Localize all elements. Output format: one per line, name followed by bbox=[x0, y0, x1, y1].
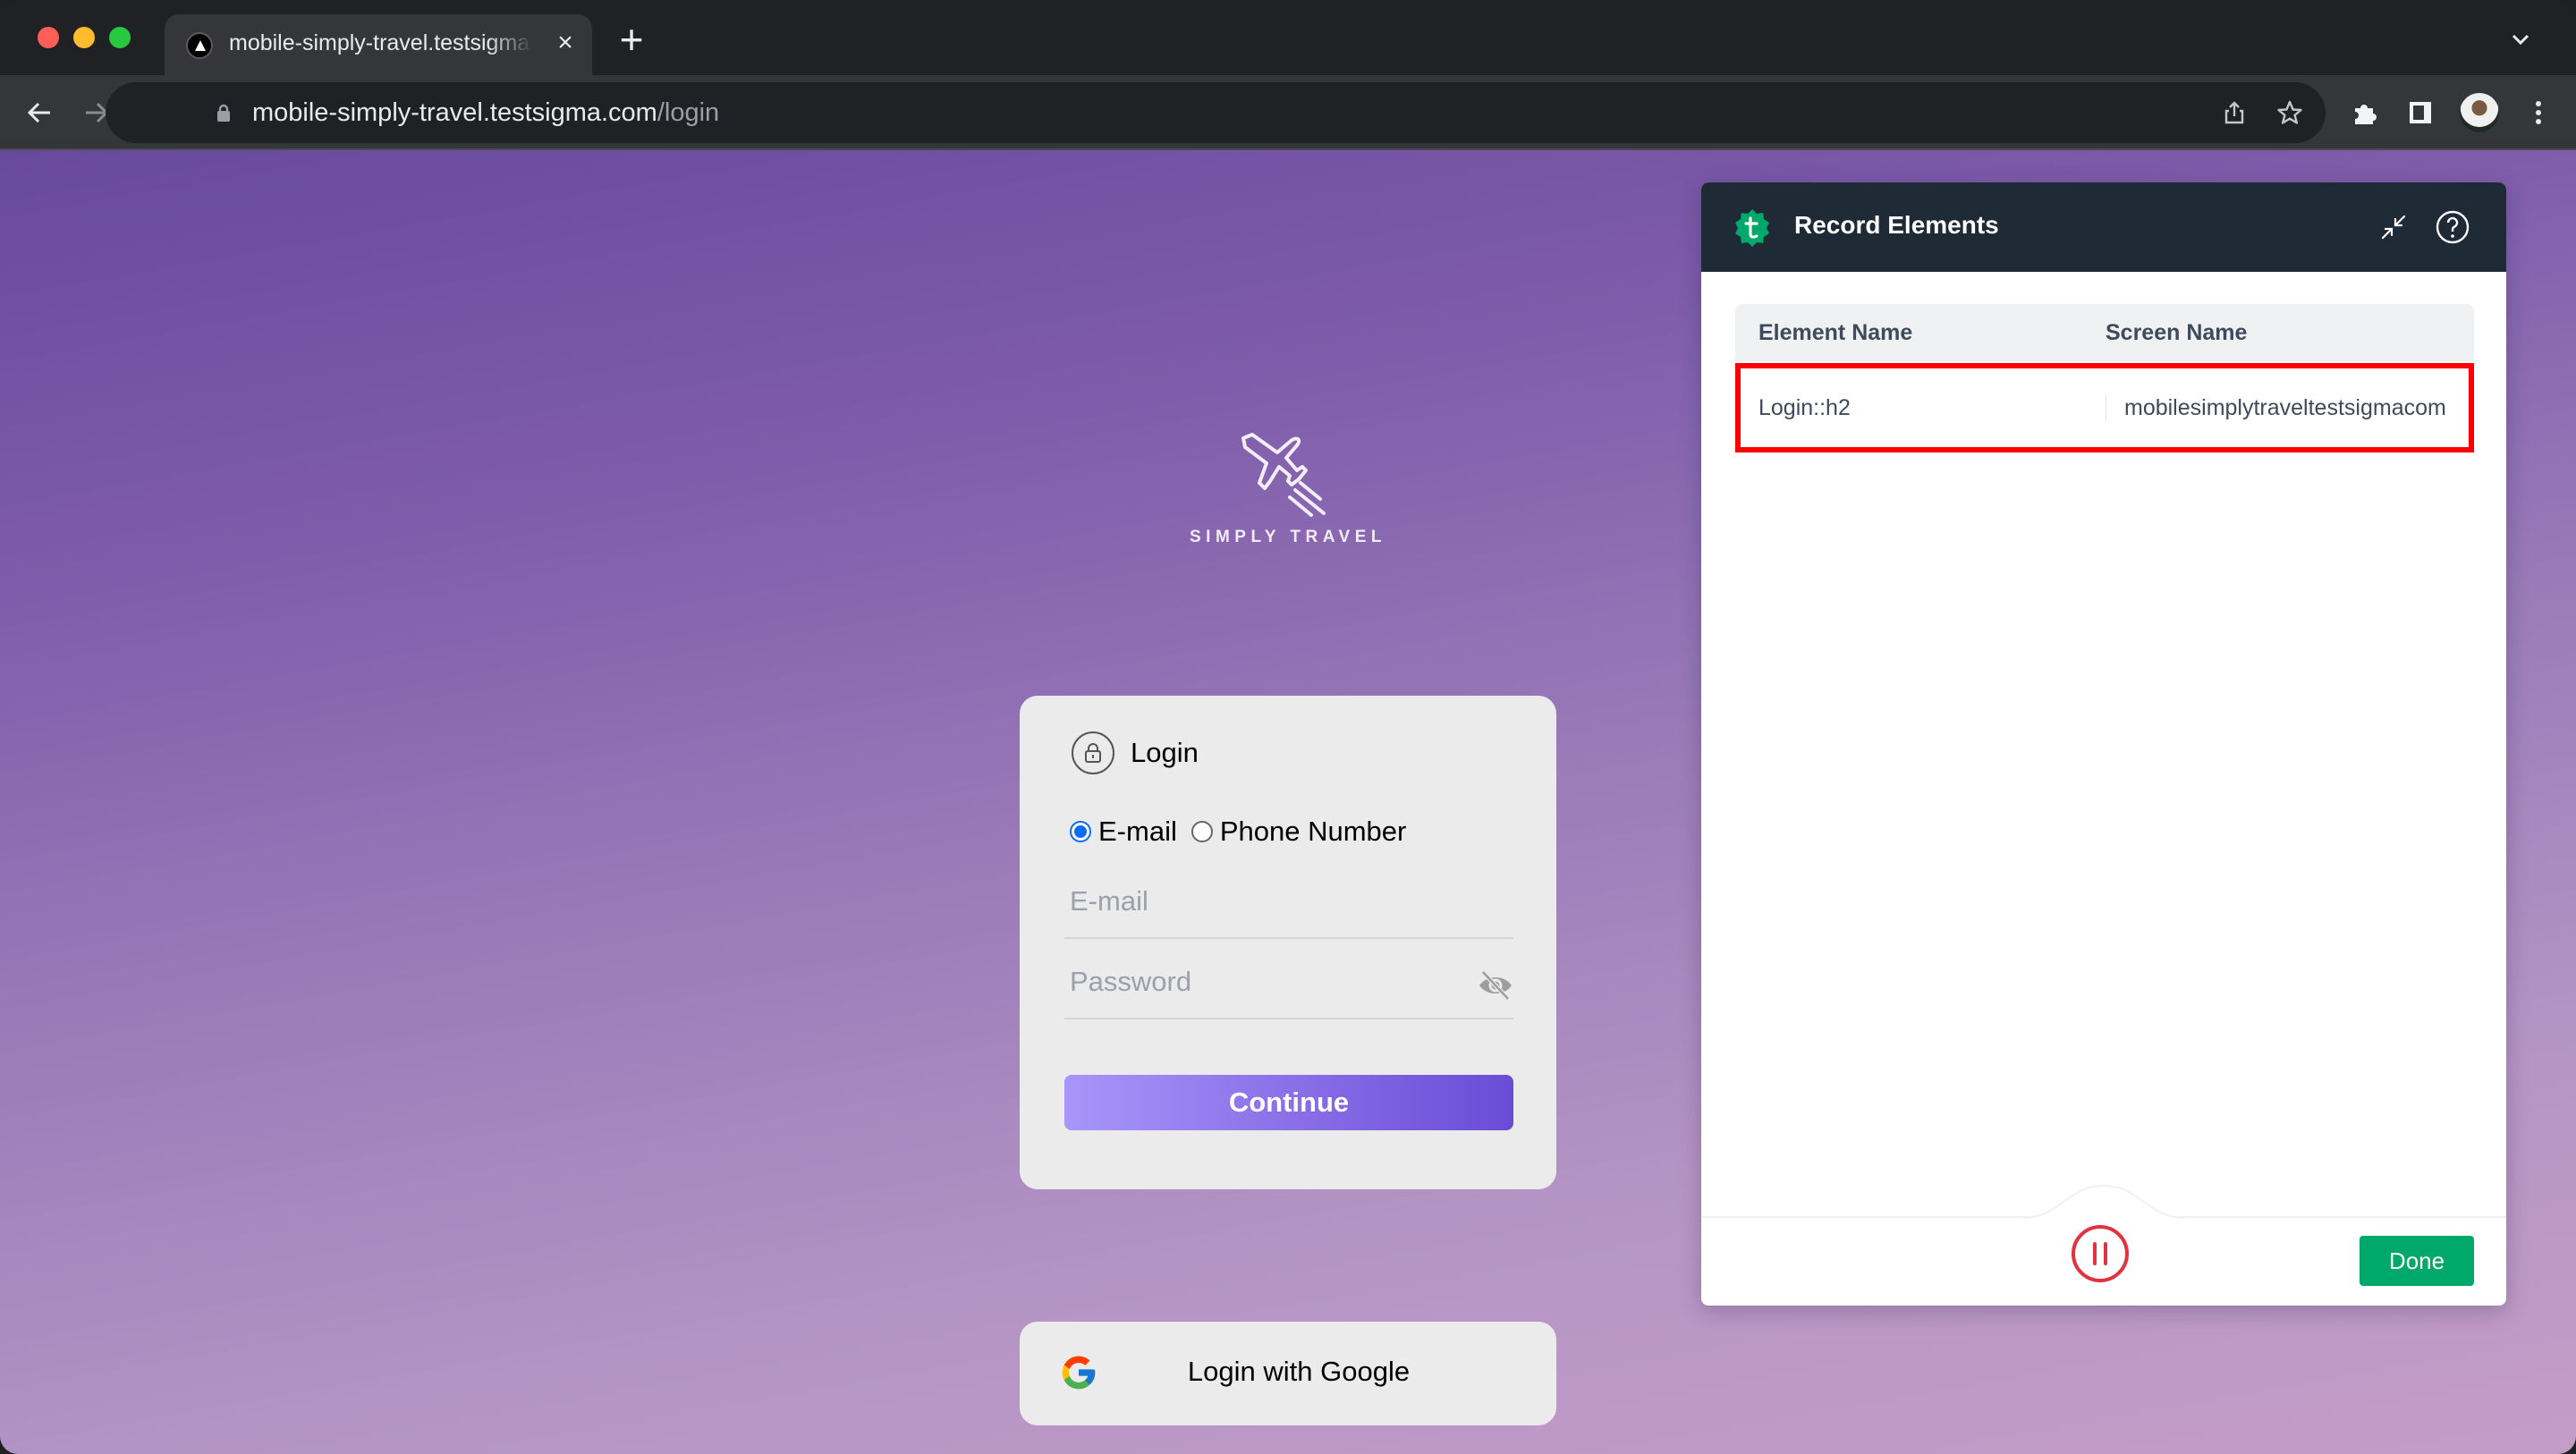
arrow-left-icon[interactable] bbox=[20, 93, 59, 132]
maximize-window-button[interactable] bbox=[109, 27, 131, 48]
url-host: mobile-simply-travel.testsigma.com bbox=[252, 98, 657, 127]
pause-icon-bar bbox=[2093, 1242, 2097, 1265]
browser-tab[interactable]: mobile-simply-travel.testsigma.com/login… bbox=[165, 14, 592, 75]
browser-window: mobile-simply-travel.testsigma.com/login… bbox=[0, 0, 2576, 1454]
close-icon[interactable]: × bbox=[551, 29, 580, 57]
done-button[interactable]: Done bbox=[2360, 1236, 2474, 1286]
kebab-menu-icon[interactable] bbox=[2521, 95, 2556, 131]
tab-title: mobile-simply-travel.testsigma.com/login bbox=[229, 30, 533, 55]
email-field bbox=[1064, 866, 1513, 939]
url-text[interactable]: mobile-simply-travel.testsigma.com/login bbox=[252, 98, 719, 128]
recorded-elements-table: Element Name Screen Name Login::h2 mobil… bbox=[1735, 304, 2474, 452]
simply-travel-logo: SIMPLY TRAVEL bbox=[1190, 427, 1386, 571]
lock-icon bbox=[217, 104, 230, 122]
pause-recording-button[interactable] bbox=[2072, 1225, 2129, 1282]
panel-title: Record Elements bbox=[1794, 211, 1999, 239]
phone-number-radio-label[interactable]: Phone Number bbox=[1220, 816, 1407, 848]
airplane-icon bbox=[1241, 433, 1326, 517]
chevron-down-icon[interactable] bbox=[2508, 29, 2533, 50]
close-window-button[interactable] bbox=[38, 27, 59, 48]
help-icon[interactable] bbox=[2433, 207, 2472, 247]
tab-strip: mobile-simply-travel.testsigma.com/login… bbox=[0, 0, 2576, 75]
column-header-element-name: Element Name bbox=[1758, 319, 1913, 345]
record-elements-panel: Record Elements Element Name Screen Name… bbox=[1701, 182, 2506, 1306]
minimize-icon[interactable] bbox=[2374, 207, 2413, 247]
email-input[interactable] bbox=[1070, 882, 1445, 921]
star-icon[interactable] bbox=[2274, 97, 2306, 129]
screen-name-cell: mobilesimplytraveltestsigmacom bbox=[2106, 393, 2463, 422]
email-radio-label[interactable]: E-mail bbox=[1098, 816, 1177, 848]
footer-bump bbox=[2023, 1184, 2184, 1219]
url-path: /login bbox=[657, 98, 720, 127]
column-header-screen-name: Screen Name bbox=[2106, 319, 2248, 345]
login-title: Login bbox=[1131, 737, 1199, 768]
login-method-radio-group: E-mail Phone Number bbox=[1070, 816, 1420, 848]
share-icon[interactable] bbox=[2218, 97, 2250, 129]
password-input[interactable] bbox=[1070, 962, 1445, 1002]
pause-icon-bar bbox=[2104, 1242, 2107, 1265]
element-name-cell: Login::h2 bbox=[1758, 394, 1851, 420]
login-card: Login E-mail Phone Number Continue bbox=[1020, 696, 1556, 1189]
eye-off-icon[interactable] bbox=[1478, 969, 1513, 1002]
email-radio[interactable] bbox=[1070, 821, 1091, 842]
lock-icon bbox=[1072, 731, 1114, 774]
testsigma-logo-icon bbox=[1735, 209, 1769, 247]
logo-text: SIMPLY TRAVEL bbox=[1190, 528, 1387, 546]
side-panel-icon[interactable] bbox=[2402, 95, 2438, 131]
browser-toolbar: mobile-simply-travel.testsigma.com/login bbox=[0, 75, 2576, 150]
address-bar[interactable]: mobile-simply-travel.testsigma.com/login bbox=[106, 82, 2326, 143]
triangle-logo-icon bbox=[186, 32, 213, 59]
panel-header: Record Elements bbox=[1701, 182, 2506, 272]
avatar[interactable] bbox=[2460, 93, 2499, 132]
table-header: Element Name Screen Name bbox=[1735, 304, 2474, 361]
google-login-label: Login with Google bbox=[1187, 1356, 1411, 1387]
login-with-google-button[interactable]: Login with Google bbox=[1020, 1322, 1556, 1425]
phone-number-radio[interactable] bbox=[1191, 821, 1213, 842]
plus-icon[interactable]: + bbox=[614, 19, 649, 60]
password-field bbox=[1064, 946, 1513, 1019]
continue-button[interactable]: Continue bbox=[1064, 1075, 1513, 1130]
minimize-window-button[interactable] bbox=[73, 27, 95, 48]
table-row[interactable]: Login::h2 mobilesimplytraveltestsigmacom bbox=[1735, 363, 2474, 452]
puzzle-icon[interactable] bbox=[2347, 95, 2383, 131]
